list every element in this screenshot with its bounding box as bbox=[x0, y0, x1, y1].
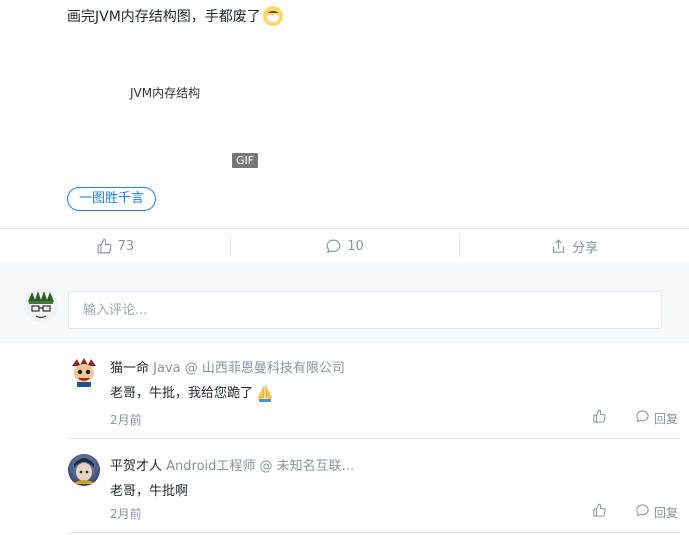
comment-header: 猫一命 Java @ 山西菲恩曼科技有限公司 bbox=[110, 357, 345, 376]
comment-text-row: 老哥，牛批啊 bbox=[110, 480, 188, 499]
like-count: 73 bbox=[117, 238, 135, 254]
commenter-meta: Java @ 山西菲恩曼科技有限公司 bbox=[153, 361, 345, 376]
reply-label: 回复 bbox=[653, 505, 678, 520]
comment-reply-button[interactable]: 回复 bbox=[635, 409, 678, 427]
comment-compose-area bbox=[0, 263, 689, 343]
comment-item: 平贺才人 Android工程师 @ 未知名互联... 老哥，牛批啊 2月前 回复 bbox=[68, 454, 680, 533]
post-image-alt[interactable]: JVM内存结构 bbox=[130, 84, 200, 101]
thumb-up-icon bbox=[96, 238, 113, 255]
action-bar: 73 10 分享 bbox=[0, 228, 689, 264]
post-text-row: 画完JVM内存结构图，手都废了 bbox=[67, 6, 283, 26]
mask-emoji-icon bbox=[262, 6, 283, 26]
comment-bubble-icon bbox=[325, 238, 342, 255]
comment-count: 10 bbox=[347, 238, 364, 254]
reply-label: 回复 bbox=[653, 411, 678, 426]
commenter-name[interactable]: 平贺才人 bbox=[110, 459, 162, 474]
comment-reply-button[interactable]: 回复 bbox=[635, 503, 678, 521]
share-icon bbox=[550, 238, 567, 255]
comment-header: 平贺才人 Android工程师 @ 未知名互联... bbox=[110, 455, 354, 474]
comment-text: 老哥，牛批，我给您跪了 bbox=[110, 386, 254, 401]
commenter-avatar[interactable] bbox=[68, 356, 100, 388]
comment-actions: 回复 bbox=[592, 503, 678, 521]
comment-item: 猫一命 Java @ 山西菲恩曼科技有限公司 老哥，牛批，我给您跪了 2月前 回… bbox=[68, 356, 680, 439]
pray-emoji-icon bbox=[255, 383, 273, 402]
gif-badge: GIF bbox=[232, 153, 259, 168]
comment-bubble-icon bbox=[635, 503, 650, 521]
thumb-up-icon bbox=[592, 503, 607, 521]
topic-tag[interactable]: 一图胜千言 bbox=[67, 187, 157, 211]
comment-bubble-icon bbox=[635, 409, 650, 427]
current-user-avatar bbox=[24, 288, 58, 322]
comment-time: 2月前 bbox=[110, 507, 142, 521]
share-label: 分享 bbox=[572, 240, 599, 256]
comment-text: 老哥，牛批啊 bbox=[110, 484, 189, 499]
commenter-name[interactable]: 猫一命 bbox=[110, 361, 149, 376]
comment-button[interactable]: 10 bbox=[229, 229, 460, 263]
post-text: 画完JVM内存结构图，手都废了 bbox=[67, 9, 261, 25]
like-button[interactable]: 73 bbox=[0, 229, 230, 263]
comment-text-row: 老哥，牛批，我给您跪了 bbox=[110, 382, 273, 402]
comment-time: 2月前 bbox=[110, 413, 142, 427]
share-button[interactable]: 分享 bbox=[459, 229, 689, 263]
comment-like-button[interactable] bbox=[592, 503, 607, 521]
commenter-meta: Android工程师 @ 未知名互联... bbox=[166, 459, 355, 474]
commenter-avatar[interactable] bbox=[68, 454, 100, 486]
thumb-up-icon bbox=[592, 409, 607, 427]
comment-actions: 回复 bbox=[592, 409, 678, 427]
comment-input[interactable] bbox=[68, 291, 662, 329]
comment-like-button[interactable] bbox=[592, 409, 607, 427]
